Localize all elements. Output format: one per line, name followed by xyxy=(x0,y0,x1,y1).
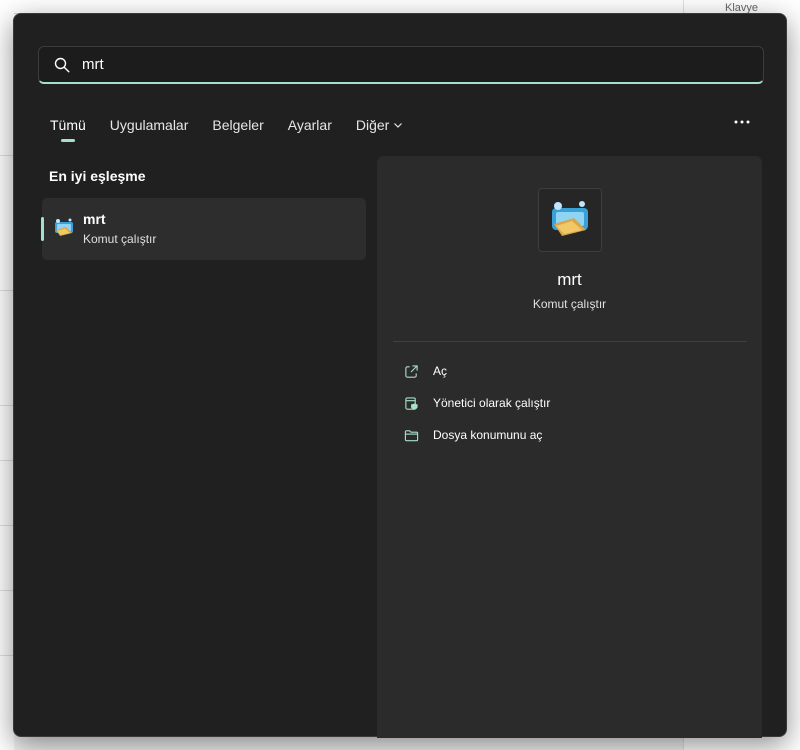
tab-all[interactable]: Tümü xyxy=(50,110,86,142)
action-open-label: Aç xyxy=(433,364,448,378)
tab-other-label: Diğer xyxy=(355,116,390,133)
best-match-result[interactable]: mrt Komut çalıştır xyxy=(41,198,366,260)
active-tab-indicator xyxy=(60,139,75,142)
best-match-heading: En iyi eşleşme xyxy=(49,168,146,184)
tab-all-label: Tümü xyxy=(50,116,86,133)
tab-documents-label: Belgeler xyxy=(212,116,264,133)
background-window-topbar xyxy=(14,0,683,14)
search-box[interactable] xyxy=(38,46,764,84)
search-input[interactable] xyxy=(82,56,722,73)
malicious-software-removal-tool-icon xyxy=(552,201,588,236)
folder-icon xyxy=(404,429,419,441)
malicious-software-removal-tool-icon xyxy=(55,218,73,236)
action-open-file-location-label: Dosya konumunu aç xyxy=(433,428,543,442)
best-match-title: mrt xyxy=(83,211,106,227)
detail-divider xyxy=(393,341,747,342)
search-flyout: Tümü Uygulamalar Belgeler Ayarlar Diğer … xyxy=(13,13,787,738)
tab-other[interactable]: Diğer xyxy=(356,110,403,136)
action-open-file-location[interactable]: Dosya konumunu aç xyxy=(404,424,542,446)
tab-settings[interactable]: Ayarlar xyxy=(288,110,332,136)
tab-settings-label: Ayarlar xyxy=(287,116,332,133)
tab-apps-label: Uygulamalar xyxy=(109,116,189,133)
best-match-subtitle: Komut çalıştır xyxy=(83,232,157,246)
admin-shield-icon xyxy=(405,396,418,410)
tab-documents[interactable]: Belgeler xyxy=(212,110,263,136)
detail-icon-frame xyxy=(538,188,602,252)
action-run-as-admin-label: Yönetici olarak çalıştır xyxy=(433,396,551,410)
detail-pane: mrt Komut çalıştır Aç Yönetici olarak ça… xyxy=(377,156,762,738)
action-run-as-admin[interactable]: Yönetici olarak çalıştır xyxy=(404,392,550,414)
selection-indicator xyxy=(41,217,44,241)
detail-title: mrt xyxy=(557,270,582,289)
more-options-button[interactable] xyxy=(726,110,758,134)
chevron-down-icon xyxy=(394,122,403,128)
search-icon xyxy=(54,57,70,73)
open-external-icon xyxy=(405,364,418,378)
action-open[interactable]: Aç xyxy=(404,360,447,382)
search-filter-tabs: Tümü Uygulamalar Belgeler Ayarlar Diğer xyxy=(38,110,427,142)
tab-apps[interactable]: Uygulamalar xyxy=(110,110,189,136)
background-window-left-edge xyxy=(0,0,14,750)
detail-subtitle: Komut çalıştır xyxy=(532,297,607,311)
more-horizontal-icon xyxy=(734,120,750,124)
